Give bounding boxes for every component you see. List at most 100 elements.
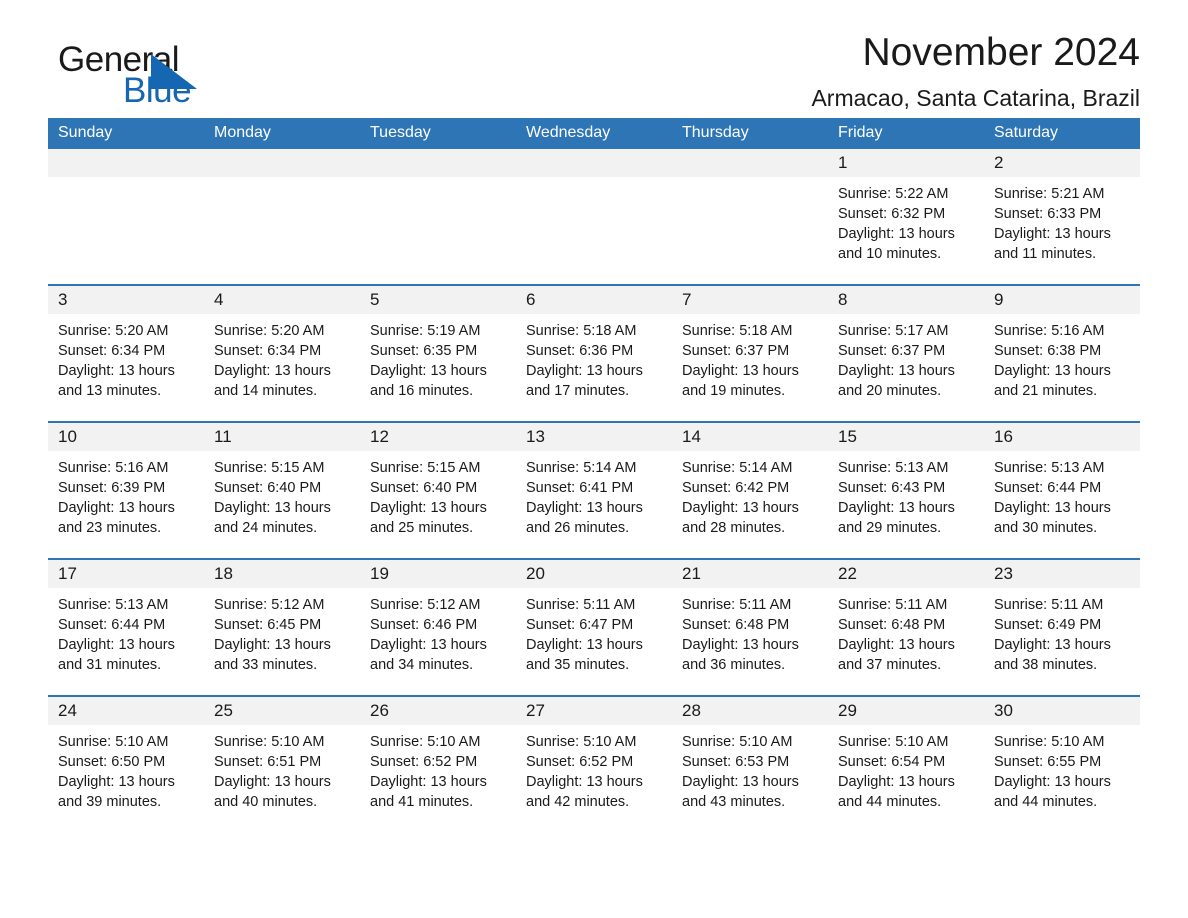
daylight-text-line1: Daylight: 13 hours bbox=[682, 500, 799, 516]
calendar-day-cell[interactable]: 1 Sunrise: 5:22 AM Sunset: 6:32 PM Daylight… bbox=[828, 149, 984, 285]
daylight-text-line1: Daylight: 13 hours bbox=[682, 637, 799, 653]
day-details: Sunrise: 5:10 AM Sunset: 6:52 PM Daylight:… bbox=[516, 725, 672, 812]
day-number: 12 bbox=[360, 423, 516, 451]
weekday-header-wednesday: Wednesday bbox=[516, 118, 672, 149]
calendar-week-row: 3 Sunrise: 5:20 AM Sunset: 6:34 PM Daylight… bbox=[48, 284, 1140, 422]
daylight-text-line1: Daylight: 13 hours bbox=[58, 637, 175, 653]
calendar-day-cell[interactable]: 11 Sunrise: 5:15 AM Sunset: 6:40 PM Dayligh… bbox=[204, 421, 360, 559]
sunrise-text: Sunrise: 5:13 AM bbox=[58, 597, 169, 613]
day-number bbox=[360, 149, 516, 177]
calendar-day-cell[interactable]: 23 Sunrise: 5:11 AM Sunset: 6:49 PM Dayligh… bbox=[984, 558, 1140, 696]
daylight-text-line1: Daylight: 13 hours bbox=[838, 226, 955, 242]
daylight-text-line1: Daylight: 13 hours bbox=[214, 774, 331, 790]
sunrise-text: Sunrise: 5:11 AM bbox=[682, 597, 792, 613]
calendar-day-cell[interactable]: 7 Sunrise: 5:18 AM Sunset: 6:37 PM Daylight… bbox=[672, 284, 828, 422]
calendar-day-cell[interactable]: 28 Sunrise: 5:10 AM Sunset: 6:53 PM Dayligh… bbox=[672, 695, 828, 832]
calendar-day-cell[interactable]: 19 Sunrise: 5:12 AM Sunset: 6:46 PM Dayligh… bbox=[360, 558, 516, 696]
location-subtitle: Armacao, Santa Catarina, Brazil bbox=[811, 84, 1140, 111]
sunset-text: Sunset: 6:41 PM bbox=[526, 480, 634, 496]
daylight-text-line2: and 40 minutes. bbox=[214, 794, 318, 810]
calendar-day-cell[interactable]: 10 Sunrise: 5:16 AM Sunset: 6:39 PM Dayligh… bbox=[48, 421, 204, 559]
page-header: General Blue November 2024 Armacao, Sant… bbox=[48, 0, 1140, 118]
day-details: Sunrise: 5:17 AM Sunset: 6:37 PM Daylight:… bbox=[828, 314, 984, 401]
sunrise-text: Sunrise: 5:22 AM bbox=[838, 186, 949, 202]
sunrise-text: Sunrise: 5:20 AM bbox=[58, 323, 169, 339]
daylight-text-line1: Daylight: 13 hours bbox=[838, 363, 955, 379]
calendar-day-cell[interactable]: 2 Sunrise: 5:21 AM Sunset: 6:33 PM Daylight… bbox=[984, 149, 1140, 285]
calendar-day-cell[interactable]: 30 Sunrise: 5:10 AM Sunset: 6:55 PM Dayligh… bbox=[984, 695, 1140, 832]
day-number: 3 bbox=[48, 286, 204, 314]
calendar-day-cell[interactable]: 15 Sunrise: 5:13 AM Sunset: 6:43 PM Dayligh… bbox=[828, 421, 984, 559]
daylight-text-line2: and 38 minutes. bbox=[994, 657, 1098, 673]
day-number: 28 bbox=[672, 697, 828, 725]
calendar-day-cell[interactable]: 5 Sunrise: 5:19 AM Sunset: 6:35 PM Daylight… bbox=[360, 284, 516, 422]
daylight-text-line1: Daylight: 13 hours bbox=[214, 637, 331, 653]
sunrise-text: Sunrise: 5:11 AM bbox=[838, 597, 948, 613]
calendar-day-cell[interactable]: 14 Sunrise: 5:14 AM Sunset: 6:42 PM Dayligh… bbox=[672, 421, 828, 559]
day-number: 10 bbox=[48, 423, 204, 451]
daylight-text-line1: Daylight: 13 hours bbox=[370, 363, 487, 379]
calendar-day-cell[interactable]: 17 Sunrise: 5:13 AM Sunset: 6:44 PM Dayligh… bbox=[48, 558, 204, 696]
daylight-text-line2: and 30 minutes. bbox=[994, 520, 1098, 536]
day-details: Sunrise: 5:12 AM Sunset: 6:45 PM Daylight:… bbox=[204, 588, 360, 675]
weekday-header-thursday: Thursday bbox=[672, 118, 828, 149]
logo-generalblue[interactable]: General Blue bbox=[48, 42, 268, 114]
daylight-text-line1: Daylight: 13 hours bbox=[994, 363, 1111, 379]
sunrise-text: Sunrise: 5:21 AM bbox=[994, 186, 1105, 202]
logo-text-blue: Blue bbox=[123, 71, 192, 110]
day-number: 22 bbox=[828, 560, 984, 588]
day-details: Sunrise: 5:11 AM Sunset: 6:49 PM Daylight:… bbox=[984, 588, 1140, 675]
calendar-day-cell[interactable]: 4 Sunrise: 5:20 AM Sunset: 6:34 PM Daylight… bbox=[204, 284, 360, 422]
calendar-day-cell[interactable]: 22 Sunrise: 5:11 AM Sunset: 6:48 PM Dayligh… bbox=[828, 558, 984, 696]
calendar-day-cell[interactable]: 12 Sunrise: 5:15 AM Sunset: 6:40 PM Dayligh… bbox=[360, 421, 516, 559]
day-number: 1 bbox=[828, 149, 984, 177]
weekday-header-saturday: Saturday bbox=[984, 118, 1140, 149]
calendar-day-cell[interactable]: 20 Sunrise: 5:11 AM Sunset: 6:47 PM Dayligh… bbox=[516, 558, 672, 696]
daylight-text-line2: and 10 minutes. bbox=[838, 246, 942, 262]
calendar-day-cell[interactable]: 18 Sunrise: 5:12 AM Sunset: 6:45 PM Dayligh… bbox=[204, 558, 360, 696]
daylight-text-line2: and 23 minutes. bbox=[58, 520, 162, 536]
day-details: Sunrise: 5:20 AM Sunset: 6:34 PM Daylight:… bbox=[204, 314, 360, 401]
calendar-day-cell[interactable]: 25 Sunrise: 5:10 AM Sunset: 6:51 PM Dayligh… bbox=[204, 695, 360, 832]
calendar-day-cell[interactable]: 3 Sunrise: 5:20 AM Sunset: 6:34 PM Daylight… bbox=[48, 284, 204, 422]
day-number: 13 bbox=[516, 423, 672, 451]
sunrise-text: Sunrise: 5:14 AM bbox=[682, 460, 793, 476]
day-details: Sunrise: 5:16 AM Sunset: 6:38 PM Daylight:… bbox=[984, 314, 1140, 401]
daylight-text-line2: and 44 minutes. bbox=[838, 794, 942, 810]
daylight-text-line1: Daylight: 13 hours bbox=[526, 637, 643, 653]
calendar-day-cell[interactable]: 9 Sunrise: 5:16 AM Sunset: 6:38 PM Daylight… bbox=[984, 284, 1140, 422]
daylight-text-line1: Daylight: 13 hours bbox=[526, 774, 643, 790]
sunset-text: Sunset: 6:39 PM bbox=[58, 480, 166, 496]
calendar-day-cell[interactable]: 21 Sunrise: 5:11 AM Sunset: 6:48 PM Dayligh… bbox=[672, 558, 828, 696]
calendar-day-cell[interactable]: 6 Sunrise: 5:18 AM Sunset: 6:36 PM Daylight… bbox=[516, 284, 672, 422]
calendar-day-cell[interactable]: 24 Sunrise: 5:10 AM Sunset: 6:50 PM Dayligh… bbox=[48, 695, 204, 832]
calendar-day-cell[interactable]: 26 Sunrise: 5:10 AM Sunset: 6:52 PM Dayligh… bbox=[360, 695, 516, 832]
day-number: 15 bbox=[828, 423, 984, 451]
calendar-day-cell[interactable]: 27 Sunrise: 5:10 AM Sunset: 6:52 PM Dayligh… bbox=[516, 695, 672, 832]
day-number: 19 bbox=[360, 560, 516, 588]
daylight-text-line2: and 31 minutes. bbox=[58, 657, 162, 673]
sunset-text: Sunset: 6:44 PM bbox=[58, 617, 166, 633]
day-details: Sunrise: 5:11 AM Sunset: 6:48 PM Daylight:… bbox=[672, 588, 828, 675]
day-details: Sunrise: 5:10 AM Sunset: 6:52 PM Daylight:… bbox=[360, 725, 516, 812]
calendar-day-cell[interactable]: 8 Sunrise: 5:17 AM Sunset: 6:37 PM Daylight… bbox=[828, 284, 984, 422]
day-number: 21 bbox=[672, 560, 828, 588]
daylight-text-line2: and 13 minutes. bbox=[58, 383, 162, 399]
weekday-header-monday: Monday bbox=[204, 118, 360, 149]
sunrise-text: Sunrise: 5:10 AM bbox=[214, 734, 325, 750]
day-number: 6 bbox=[516, 286, 672, 314]
day-details: Sunrise: 5:21 AM Sunset: 6:33 PM Daylight:… bbox=[984, 177, 1140, 264]
calendar-day-cell[interactable]: 13 Sunrise: 5:14 AM Sunset: 6:41 PM Dayligh… bbox=[516, 421, 672, 559]
calendar-cell-empty bbox=[204, 149, 360, 285]
day-number: 5 bbox=[360, 286, 516, 314]
day-details: Sunrise: 5:13 AM Sunset: 6:43 PM Daylight:… bbox=[828, 451, 984, 538]
sunset-text: Sunset: 6:52 PM bbox=[370, 754, 478, 770]
calendar-day-cell[interactable]: 29 Sunrise: 5:10 AM Sunset: 6:54 PM Dayligh… bbox=[828, 695, 984, 832]
calendar-day-cell[interactable]: 16 Sunrise: 5:13 AM Sunset: 6:44 PM Dayligh… bbox=[984, 421, 1140, 559]
sunrise-text: Sunrise: 5:10 AM bbox=[526, 734, 637, 750]
sunrise-text: Sunrise: 5:16 AM bbox=[994, 323, 1105, 339]
sunset-text: Sunset: 6:42 PM bbox=[682, 480, 790, 496]
day-number: 17 bbox=[48, 560, 204, 588]
sunrise-text: Sunrise: 5:11 AM bbox=[526, 597, 636, 613]
sunset-text: Sunset: 6:35 PM bbox=[370, 343, 478, 359]
